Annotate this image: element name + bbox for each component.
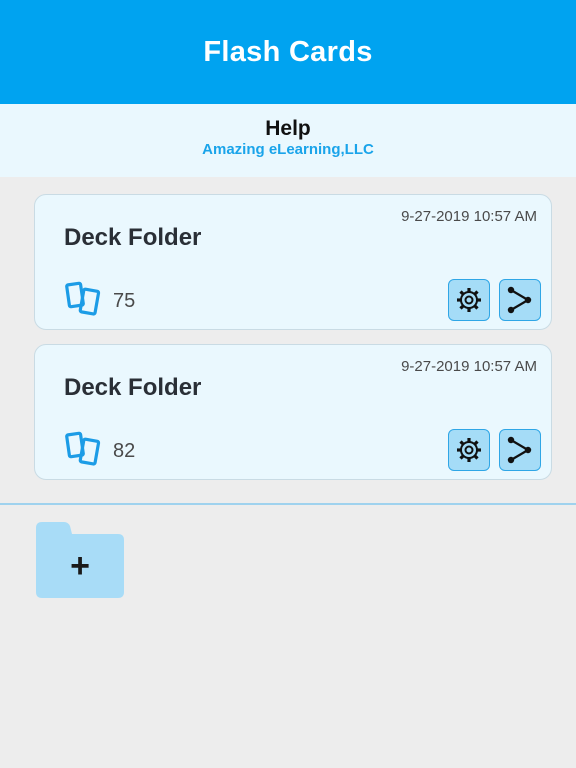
app-header: Flash Cards xyxy=(0,0,576,104)
app-title: Flash Cards xyxy=(203,35,373,68)
deck-share-button[interactable] xyxy=(499,429,541,471)
help-link[interactable]: Help Amazing eLearning,LLC xyxy=(0,104,576,177)
gear-icon xyxy=(457,438,481,462)
deck-card[interactable]: 9-27-2019 10:57 AM Deck Folder 75 xyxy=(34,194,552,330)
add-icon: + xyxy=(70,547,90,585)
list-divider xyxy=(0,503,576,505)
company-name: Amazing eLearning,LLC xyxy=(202,141,374,158)
share-icon xyxy=(507,436,532,464)
card-count: 75 xyxy=(113,290,136,312)
deck-settings-button[interactable] xyxy=(448,279,490,321)
cards-icon xyxy=(65,431,105,467)
gear-icon xyxy=(457,288,481,312)
app-screen: Flash Cards Help Amazing eLearning,LLC 9… xyxy=(0,0,576,768)
deck-settings-button[interactable] xyxy=(448,429,490,471)
deck-date: 9-27-2019 10:57 AM xyxy=(401,358,537,375)
share-icon xyxy=(507,286,532,314)
deck-share-button[interactable] xyxy=(499,279,541,321)
deck-card[interactable]: 9-27-2019 10:57 AM Deck Folder 82 xyxy=(34,344,552,480)
deck-date: 9-27-2019 10:57 AM xyxy=(401,208,537,225)
deck-name: Deck Folder xyxy=(64,374,202,401)
help-title: Help xyxy=(265,117,311,140)
card-count: 82 xyxy=(113,440,136,462)
deck-name: Deck Folder xyxy=(64,224,202,251)
add-folder-button[interactable]: + xyxy=(36,522,124,598)
cards-icon xyxy=(65,281,105,317)
